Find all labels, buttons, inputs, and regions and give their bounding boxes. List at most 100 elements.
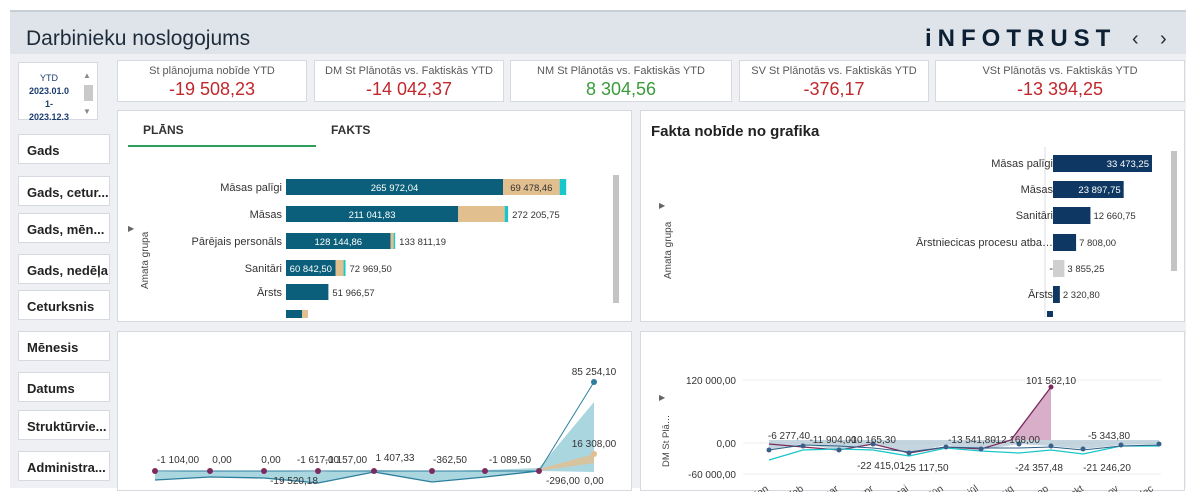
bar-value-label: 265 972,04 xyxy=(371,183,419,194)
y-tick-label: 120 000,00 xyxy=(686,376,736,387)
header-bar: Darbinieku noslogojums iNFOTRUST ‹ › xyxy=(10,10,1186,54)
data-label: -12 168,00 xyxy=(992,435,1040,446)
category-label: - xyxy=(1049,263,1053,275)
bar-value-label: 3 855,25 xyxy=(1067,264,1104,275)
dm-monthly-line-chart: ▶ DM St Plā… 120 000,00 0,00 -60 000,00 -6 27… xyxy=(659,376,1162,492)
bar-value-label: 23 897,75 xyxy=(1078,185,1120,196)
kpi-value: -376,17 xyxy=(803,79,865,99)
filter-ceturksnis[interactable]: Ceturksnis xyxy=(18,290,110,320)
data-point xyxy=(1048,443,1054,449)
data-point xyxy=(429,468,435,474)
data-label: -362,50 xyxy=(433,455,467,466)
bar-total-label: 51 966,57 xyxy=(332,288,374,299)
data-label: 16 308,00 xyxy=(572,439,617,450)
monthly-area-panel: -1 104,00 0,00 0,00 -1 617,00 -1 157,00 1 407… xyxy=(117,331,632,491)
filter-gads-nedela[interactable]: Gads, nedēļa xyxy=(18,254,110,284)
data-point xyxy=(152,468,158,474)
data-point xyxy=(207,468,213,474)
data-label: -21 246,20 xyxy=(1083,463,1131,474)
kpi-label: DM St Plānotās vs. Faktiskās YTD xyxy=(325,65,493,77)
bar-segment xyxy=(559,179,567,195)
data-point xyxy=(836,447,842,453)
next-sheet-button[interactable]: › xyxy=(1160,28,1167,51)
data-point xyxy=(482,468,488,474)
kpi-card-st-planojuma-nobide[interactable]: St plānojuma nobīde YTD -19 508,23 xyxy=(117,60,307,102)
category-label: Ārsts xyxy=(257,287,283,299)
data-label: -296,00 xyxy=(546,476,580,487)
data-label: -6 277,40 xyxy=(768,431,811,442)
kpi-value: 8 304,56 xyxy=(585,79,657,99)
filter-datums[interactable]: Datums xyxy=(18,372,110,402)
partial-bar xyxy=(286,310,302,318)
previous-sheet-button[interactable]: ‹ xyxy=(1132,28,1139,51)
expand-icon: ▶ xyxy=(128,224,135,233)
kpi-label: SV St Plānotās vs. Faktiskās YTD xyxy=(751,65,917,77)
top-strip xyxy=(0,0,1186,10)
data-label: 85 254,10 xyxy=(572,367,617,378)
ytd-separator: 1- xyxy=(44,99,53,109)
data-point xyxy=(591,451,597,457)
data-label: 1 407,33 xyxy=(376,453,415,464)
data-label: -1 104,00 xyxy=(157,455,200,466)
scroll-up-icon[interactable]: ▲ xyxy=(83,71,91,80)
scroll-thumb[interactable] xyxy=(84,85,93,101)
ytd-date-filter[interactable]: YTD 2023.01.0 1- 2023.12.3 ▲ ▼ xyxy=(18,62,98,122)
scrollbar-thumb xyxy=(1171,151,1177,271)
category-label: Māsas palīgi xyxy=(220,182,282,194)
scrollbar-thumb xyxy=(613,175,619,303)
axis-label: Amata grupa xyxy=(663,221,674,279)
data-label: 101 562,10 xyxy=(1026,376,1076,387)
bar xyxy=(1053,260,1065,277)
filter-gads-ceturksnis[interactable]: Gads, cetur... xyxy=(18,176,110,206)
category-label: Māsas xyxy=(1021,184,1054,196)
bar-segment xyxy=(286,284,329,300)
bar-segment xyxy=(343,260,346,276)
y-tick-label: 0,00 xyxy=(717,439,737,450)
bar-value-label: 2 320,80 xyxy=(1063,290,1100,301)
data-label: 0,00 xyxy=(261,455,281,466)
partial-bar xyxy=(1047,311,1053,317)
kpi-label: NM St Plānotās vs. Faktiskās YTD xyxy=(537,65,705,77)
bar xyxy=(1053,286,1060,303)
filter-strukturvieniba[interactable]: Struktūrvie... xyxy=(18,410,110,440)
kpi-card-sv[interactable]: SV St Plānotās vs. Faktiskās YTD -376,17 xyxy=(739,60,929,102)
category-label: Ārsts xyxy=(1028,289,1054,301)
data-label: -13 541,80 xyxy=(948,435,996,446)
ytd-scrollbar[interactable]: ▲ ▼ xyxy=(81,69,95,117)
bar-segment xyxy=(390,233,394,249)
data-label: -22 415,01 xyxy=(857,461,905,472)
partial-bar xyxy=(302,310,308,318)
filter-menesis[interactable]: Mēnesis xyxy=(18,331,110,361)
scroll-down-icon[interactable]: ▼ xyxy=(83,107,91,116)
bar xyxy=(1053,234,1077,251)
bar-value-label: 7 808,00 xyxy=(1079,238,1116,249)
category-label: Māsas xyxy=(250,209,283,221)
filter-gads[interactable]: Gads xyxy=(18,134,110,164)
kpi-card-vst[interactable]: VSt Plānotās vs. Faktiskās YTD -13 394,2… xyxy=(935,60,1185,102)
kpi-value: -13 394,25 xyxy=(1016,79,1104,99)
data-point xyxy=(978,446,984,452)
data-label: -25 117,50 xyxy=(901,463,949,474)
bar-segment xyxy=(458,206,505,222)
expand-icon: ▶ xyxy=(659,393,666,402)
data-label: -24 357,48 xyxy=(1015,463,1063,474)
data-label: -19 520,18 xyxy=(270,476,318,487)
bar-segment xyxy=(504,206,509,222)
filter-administracija[interactable]: Administra... xyxy=(18,451,110,481)
app: Darbinieku noslogojums iNFOTRUST ‹ › YTD… xyxy=(0,0,1186,492)
bar-value-label: 211 041,83 xyxy=(349,210,396,221)
filter-gads-menesis[interactable]: Gads, mēn... xyxy=(18,213,110,243)
data-label: -10 165,30 xyxy=(848,435,896,446)
bar-segment xyxy=(393,233,396,249)
category-label: Sanitāri xyxy=(1016,210,1053,222)
category-label: Sanitāri xyxy=(245,263,282,275)
kpi-card-dm[interactable]: DM St Plānotās vs. Faktiskās YTD -14 042… xyxy=(314,60,504,102)
plans-stacked-bar-chart: ▶ Amata grupa Māsas palīgi 265 972,04 69 478… xyxy=(128,175,619,318)
bar-value-label: 12 660,75 xyxy=(1093,211,1135,222)
data-label: -5 343,80 xyxy=(1088,431,1131,442)
bar-value-label: 33 473,25 xyxy=(1107,159,1149,170)
data-point xyxy=(536,468,542,474)
data-point xyxy=(1080,446,1086,452)
kpi-card-nm[interactable]: NM St Plānotās vs. Faktiskās YTD 8 304,5… xyxy=(510,60,732,102)
dm-monthly-panel: ▶ DM St Plā… 120 000,00 0,00 -60 000,00 -6 27… xyxy=(640,331,1185,492)
